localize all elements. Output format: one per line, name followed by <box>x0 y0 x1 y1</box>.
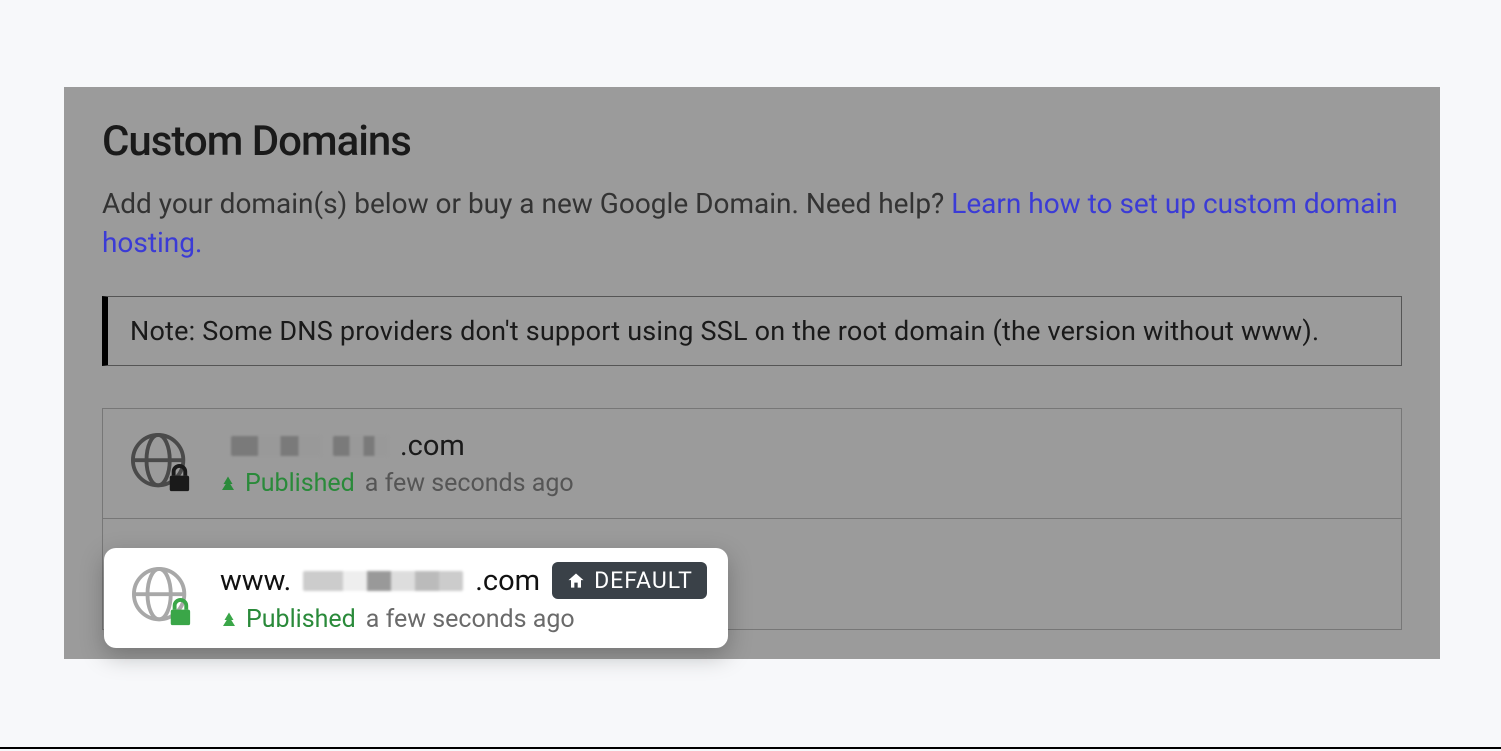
globe-lock-icon <box>131 433 193 495</box>
domain-info: www. .com DEFAULT Published a few s <box>220 562 707 634</box>
dns-note-box: Note: Some DNS providers don't support u… <box>102 296 1402 366</box>
globe-lock-icon <box>132 567 194 629</box>
page-title: Custom Domains <box>102 117 1402 166</box>
domain-suffix: .com <box>475 564 540 598</box>
status-label: Published <box>246 605 356 634</box>
domain-row-highlighted[interactable]: www. .com DEFAULT Published a few s <box>104 548 728 648</box>
domain-status-line: Published a few seconds ago <box>220 605 707 634</box>
status-published: Published <box>219 469 355 498</box>
domain-suffix: .com <box>400 429 465 463</box>
domain-row[interactable]: .com Published a few seconds ago <box>103 409 1401 519</box>
default-label: DEFAULT <box>594 567 693 594</box>
tree-icon <box>219 475 237 493</box>
dns-note-text: Note: Some DNS providers don't support u… <box>130 315 1319 347</box>
status-time: a few seconds ago <box>365 469 574 498</box>
domain-name: www. .com DEFAULT <box>220 562 707 599</box>
domain-status-line: Published a few seconds ago <box>219 469 574 498</box>
home-icon <box>566 571 586 591</box>
default-badge: DEFAULT <box>552 562 707 599</box>
tree-icon <box>220 611 238 629</box>
domain-prefix: www. <box>220 564 291 598</box>
status-label: Published <box>245 469 355 498</box>
subtext-prefix: Add your domain(s) below or buy a new Go… <box>102 187 951 220</box>
page-frame: Custom Domains Add your domain(s) below … <box>0 0 1501 749</box>
page-subtext: Add your domain(s) below or buy a new Go… <box>102 184 1402 262</box>
status-time: a few seconds ago <box>366 605 575 634</box>
domain-info: .com Published a few seconds ago <box>219 429 574 498</box>
redacted-segment <box>333 436 388 456</box>
redacted-segment <box>303 571 463 591</box>
domain-name: .com <box>219 429 574 463</box>
redacted-segment <box>231 436 321 456</box>
status-published: Published <box>220 605 356 634</box>
